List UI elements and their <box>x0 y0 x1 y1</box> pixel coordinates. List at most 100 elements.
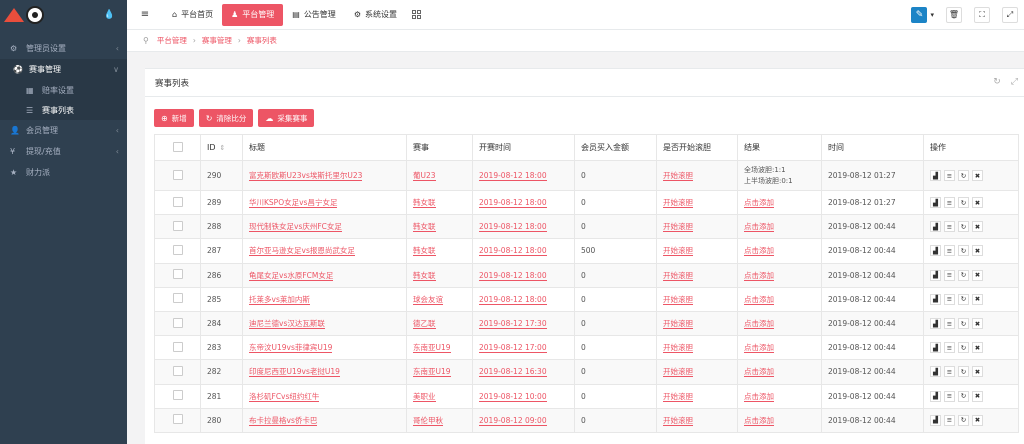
close-icon[interactable]: ✖ <box>972 197 983 209</box>
select-all-checkbox[interactable] <box>172 141 183 152</box>
refresh-icon[interactable]: ↻ <box>958 170 969 181</box>
add-result-link[interactable]: 点击添加 <box>744 246 774 257</box>
sidebar-subitem-match-list[interactable]: ☰ 赛事列表 <box>0 100 127 120</box>
close-icon[interactable]: ✖ <box>972 170 983 181</box>
topnav-system-settings[interactable]: ⚙ 系统设置 <box>345 4 406 26</box>
league-link[interactable]: 韩女联 <box>413 246 436 257</box>
row-checkbox[interactable] <box>172 317 183 328</box>
skin-brush-icon[interactable]: ✎ <box>911 6 928 23</box>
match-title-link[interactable]: 洛杉矶FCvs纽约红牛 <box>249 391 320 402</box>
expand-icon[interactable]: ⤢ <box>1011 77 1018 87</box>
expand-icon[interactable]: ⤢ <box>1002 6 1018 23</box>
start-time-link[interactable]: 2019-08-12 17:00 <box>479 343 547 354</box>
chart-icon[interactable]: ▟ <box>930 221 941 233</box>
row-checkbox[interactable] <box>172 196 183 207</box>
league-link[interactable]: 球会友谊 <box>413 294 443 305</box>
league-link[interactable]: 韩女联 <box>413 270 436 281</box>
league-link[interactable]: 韩女联 <box>413 198 436 209</box>
start-time-link[interactable]: 2019-08-12 18:00 <box>479 222 547 233</box>
start-time-link[interactable]: 2019-08-12 09:00 <box>479 415 547 426</box>
list-icon[interactable]: ≡ <box>944 245 955 257</box>
refresh-icon[interactable]: ↻ <box>958 390 969 402</box>
list-icon[interactable]: ≡ <box>944 269 955 281</box>
add-result-link[interactable]: 点击添加 <box>744 367 774 378</box>
sidebar-subitem-odds-settings[interactable]: ▦ 赔率设置 <box>0 80 127 100</box>
close-icon[interactable]: ✖ <box>972 390 983 402</box>
hamburger-menu-icon[interactable]: ≡ <box>127 9 163 20</box>
topnav-announcement-management[interactable]: ▤ 公告管理 <box>283 4 345 26</box>
row-checkbox[interactable] <box>172 365 183 376</box>
refresh-icon[interactable]: ↻ <box>958 342 969 354</box>
sidebar-item-member-management[interactable]: 👤 会员管理 ‹ <box>0 120 127 141</box>
chart-icon[interactable]: ▟ <box>930 245 941 257</box>
match-title-link[interactable]: 首尔亚马逊女足vs报恩尚武女足 <box>249 246 355 257</box>
status-link[interactable]: 开始滚胆 <box>663 367 693 378</box>
row-checkbox[interactable] <box>172 244 183 255</box>
chart-icon[interactable]: ▟ <box>930 197 941 209</box>
refresh-icon[interactable]: ↻ <box>958 245 969 257</box>
add-result-link[interactable]: 点击添加 <box>744 222 774 233</box>
fullscreen-icon[interactable]: ⛶ <box>974 6 990 23</box>
refresh-icon[interactable]: ↻ <box>958 269 969 281</box>
close-icon[interactable]: ✖ <box>972 293 983 305</box>
row-checkbox[interactable] <box>172 390 183 401</box>
status-link[interactable]: 开始滚胆 <box>663 171 693 181</box>
start-time-link[interactable]: 2019-08-12 10:00 <box>479 391 547 402</box>
start-time-link[interactable]: 2019-08-12 18:00 <box>479 270 547 281</box>
collect-matches-button[interactable]: ☁ 采集赛事 <box>258 109 315 127</box>
add-result-link[interactable]: 点击添加 <box>744 415 774 426</box>
row-checkbox[interactable] <box>172 169 183 180</box>
apps-grid-icon[interactable] <box>411 10 421 19</box>
sidebar-item-admin-settings[interactable]: ⚙ 管理员设置 ‹ <box>0 38 127 59</box>
breadcrumb-item[interactable]: 平台管理 <box>157 35 187 46</box>
add-result-link[interactable]: 点击添加 <box>744 343 774 354</box>
close-icon[interactable]: ✖ <box>972 318 983 330</box>
list-icon[interactable]: ≡ <box>944 221 955 233</box>
refresh-icon[interactable]: ↻ <box>958 221 969 233</box>
list-icon[interactable]: ≡ <box>944 390 955 402</box>
match-title-link[interactable]: 托莱多vs莱加内斯 <box>249 294 310 305</box>
match-title-link[interactable]: 龟尾女足vs水原FCM女足 <box>249 270 334 281</box>
start-time-link[interactable]: 2019-08-12 18:00 <box>479 246 547 257</box>
refresh-icon[interactable]: ↻ <box>958 197 969 209</box>
list-icon[interactable]: ≡ <box>944 342 955 354</box>
sidebar-item-withdraw-recharge[interactable]: ¥ 提现/充值 ‹ <box>0 141 127 162</box>
close-icon[interactable]: ✖ <box>972 342 983 354</box>
refresh-icon[interactable]: ↻ <box>958 318 969 330</box>
caret-down-icon[interactable]: ▾ <box>930 11 934 19</box>
chart-icon[interactable]: ▟ <box>930 342 941 354</box>
start-time-link[interactable]: 2019-08-12 18:00 <box>479 198 547 209</box>
chart-icon[interactable]: ▟ <box>930 366 941 378</box>
league-link[interactable]: 韩女联 <box>413 222 436 233</box>
topnav-home[interactable]: ⌂ 平台首页 <box>163 4 222 26</box>
match-title-link[interactable]: 华川KSPO女足vs昌宁女足 <box>249 198 338 209</box>
sidebar-item-match-management[interactable]: ⚽ 赛事管理 ∨ <box>0 59 127 80</box>
league-link[interactable]: 葡U23 <box>413 171 436 181</box>
sort-icon[interactable]: ⇕ <box>220 144 226 152</box>
breadcrumb-item[interactable]: 赛事管理 <box>202 35 232 46</box>
league-link[interactable]: 德乙联 <box>413 319 436 330</box>
status-link[interactable]: 开始滚胆 <box>663 343 693 354</box>
status-link[interactable]: 开始滚胆 <box>663 391 693 402</box>
status-link[interactable]: 开始滚胆 <box>663 270 693 281</box>
add-button[interactable]: ⊕ 新增 <box>154 109 194 127</box>
refresh-icon[interactable]: ↻ <box>993 77 1001 87</box>
chart-icon[interactable]: ▟ <box>930 318 941 330</box>
drop-icon[interactable]: 💧 <box>104 10 115 20</box>
league-link[interactable]: 东南亚U19 <box>413 343 451 354</box>
row-checkbox[interactable] <box>172 293 183 304</box>
match-title-link[interactable]: 布卡拉曼格vs侨卡巴 <box>249 415 318 426</box>
chart-icon[interactable]: ▟ <box>930 293 941 305</box>
row-checkbox[interactable] <box>172 269 183 280</box>
breadcrumb-item[interactable]: 赛事列表 <box>247 35 277 46</box>
status-link[interactable]: 开始滚胆 <box>663 246 693 257</box>
add-result-link[interactable]: 点击添加 <box>744 391 774 402</box>
match-title-link[interactable]: 印度尼西亚U19vs老挝U19 <box>249 367 340 378</box>
chart-icon[interactable]: ▟ <box>930 390 941 402</box>
add-result-link[interactable]: 点击添加 <box>744 198 774 209</box>
match-title-link[interactable]: 迪尼兰德vs汉达瓦斯联 <box>249 319 325 330</box>
close-icon[interactable]: ✖ <box>972 366 983 378</box>
match-title-link[interactable]: 东帝汶U19vs菲律宾U19 <box>249 343 333 354</box>
status-link[interactable]: 开始滚胆 <box>663 415 693 426</box>
col-id[interactable]: ID ⇕ <box>200 134 243 161</box>
